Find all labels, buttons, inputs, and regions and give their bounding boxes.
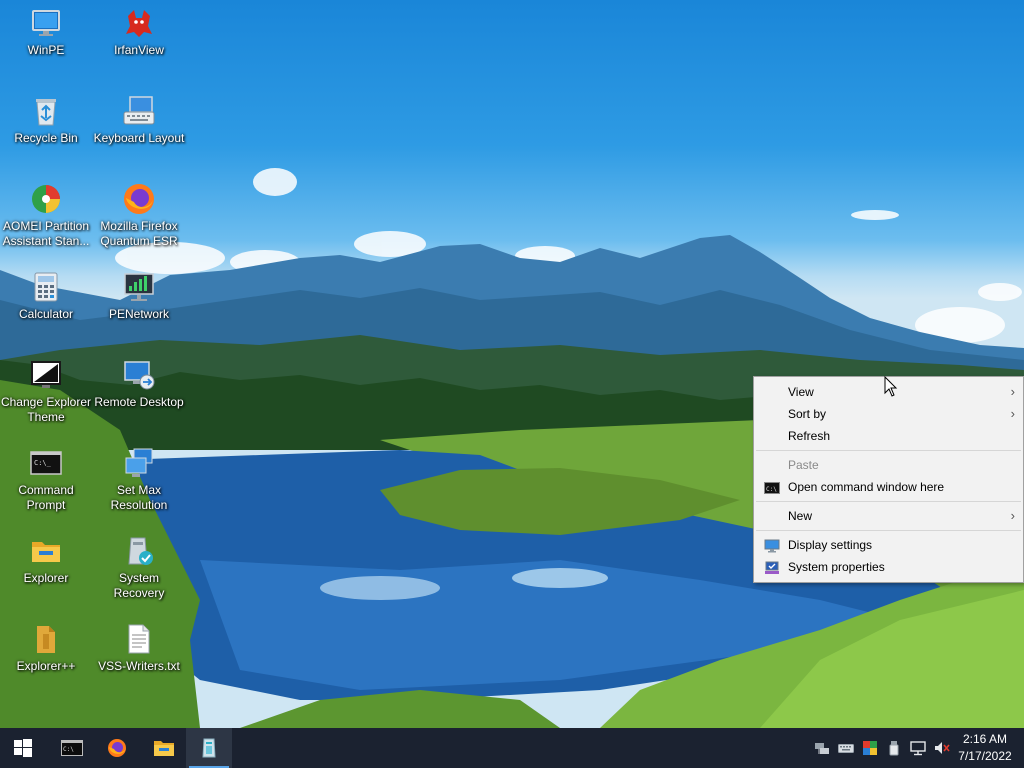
clock-time: 2:16 AM [962, 732, 1008, 746]
aomei-partition-icon [29, 182, 63, 216]
calculator-icon [29, 270, 63, 304]
system-recovery-icon [122, 534, 156, 568]
keyboard-icon [122, 94, 156, 128]
cmd-icon: C:\_ [29, 446, 63, 480]
windows-logo-icon [13, 738, 33, 758]
taskbar-cmd-button[interactable]: C:\ [48, 728, 94, 768]
svg-text:C:\: C:\ [63, 746, 74, 753]
monitor-icon [29, 6, 63, 40]
desktop-icon-label: Set Max Resolution [110, 483, 168, 512]
display-icon [764, 538, 780, 553]
desktop-icon-firefox[interactable]: Mozilla Firefox Quantum ESR [93, 182, 185, 249]
desktop-icon-label: Explorer++ [16, 659, 76, 673]
desktop-icon-system-recovery[interactable]: System Recovery [93, 534, 185, 601]
taskbar: C:\ 2:16 AM 7/17/2022 [0, 728, 1024, 768]
menu-item-label: Open command window here [788, 480, 945, 494]
firefox-icon [122, 182, 156, 216]
desktop-icon-set-max-resolution[interactable]: Set Max Resolution [93, 446, 185, 513]
menu-item-paste[interactable]: Paste [754, 454, 1023, 476]
taskbar-clock[interactable]: 2:16 AM 7/17/2022 [956, 731, 1014, 765]
svg-text:C:\_: C:\_ [34, 459, 52, 467]
irfanview-cat-icon [122, 6, 156, 40]
menu-item-sort-by[interactable]: Sort by › [754, 403, 1023, 425]
desktop-icon-explorer[interactable]: Explorer [0, 534, 92, 586]
menu-item-label: View [788, 385, 814, 399]
keyboard-icon[interactable] [838, 740, 854, 756]
usb-drive-icon[interactable] [886, 740, 902, 756]
desktop-icon-label: Change Explorer Theme [0, 395, 92, 424]
desktop-icon-label: Keyboard Layout [93, 131, 185, 145]
desktop-icon-label: Recycle Bin [14, 131, 78, 145]
resolution-icon [122, 446, 156, 480]
taskbar-explorer-button[interactable] [140, 728, 186, 768]
chevron-right-icon: › [1010, 384, 1015, 399]
menu-item-display-settings[interactable]: Display settings [754, 534, 1023, 556]
menu-separator [756, 501, 1021, 502]
desktop-icon-keyboard-layout[interactable]: Keyboard Layout [93, 94, 185, 146]
network-monitor-icon [122, 270, 156, 304]
desktop-icon-label: System Recovery [113, 571, 165, 600]
desktop-icon-penetwork[interactable]: PENetwork [93, 270, 185, 322]
network-icon[interactable] [910, 740, 926, 756]
desktop-icon-irfanview[interactable]: IrfanView [93, 6, 185, 58]
explorerplusplus-icon [29, 622, 63, 656]
desktop-icon-recycle-bin[interactable]: Recycle Bin [0, 94, 92, 146]
desktop-icon-remote-desktop[interactable]: Remote Desktop [93, 358, 185, 410]
desktop-icon-label: VSS-Writers.txt [98, 659, 180, 673]
desktop-icon-label: Mozilla Firefox Quantum ESR [100, 219, 178, 248]
menu-item-refresh[interactable]: Refresh [754, 425, 1023, 447]
menu-item-label: Sort by [788, 407, 827, 421]
menu-separator [756, 530, 1021, 531]
folder-icon [153, 738, 174, 758]
menu-item-open-command-window[interactable]: C:\ Open command window here [754, 476, 1023, 498]
recycle-bin-icon [29, 94, 63, 128]
desktop-icon-vss-writers[interactable]: VSS-Writers.txt [93, 622, 185, 674]
chevron-right-icon: › [1010, 508, 1015, 523]
folder-icon [29, 534, 63, 568]
theme-icon [29, 358, 63, 392]
color-icon[interactable] [862, 740, 878, 756]
menu-item-system-properties[interactable]: System properties [754, 556, 1023, 578]
chevron-right-icon: › [1010, 406, 1015, 421]
svg-text:C:\: C:\ [766, 486, 777, 493]
menu-separator [756, 450, 1021, 451]
desktop-icon-explorerplusplus[interactable]: Explorer++ [0, 622, 92, 674]
menu-item-new[interactable]: New › [754, 505, 1023, 527]
desktop-icon-label: Explorer [23, 571, 69, 585]
desktop-icon-change-explorer-theme[interactable]: Change Explorer Theme [0, 358, 92, 425]
firefox-icon [107, 738, 127, 758]
menu-item-label: Paste [788, 458, 819, 472]
desktop-icon-calculator[interactable]: Calculator [0, 270, 92, 322]
menu-item-label: New [788, 509, 813, 523]
remote-desktop-icon [122, 358, 156, 392]
text-file-icon [122, 622, 156, 656]
menu-item-label: Display settings [788, 538, 873, 552]
taskbar-system-recovery-button[interactable] [186, 728, 232, 768]
mouse-cursor-icon [884, 375, 898, 401]
cmd-icon: C:\ [764, 480, 780, 494]
desktop-icon-aomei[interactable]: AOMEI Partition Assistant Stan... [0, 182, 92, 249]
system-properties-icon [764, 560, 780, 574]
desktop-icon-label: IrfanView [114, 43, 164, 57]
desktop-icon-label: Calculator [18, 307, 74, 321]
taskbar-firefox-button[interactable] [94, 728, 140, 768]
desktop-icon-label: Command Prompt [18, 483, 74, 512]
desktop-icon-label: AOMEI Partition Assistant Stan... [2, 219, 90, 248]
desktop-icon-label: PENetwork [108, 307, 170, 321]
desktop-icon-winpe[interactable]: WinPE [0, 6, 92, 58]
menu-item-label: System properties [788, 560, 885, 574]
start-button[interactable] [0, 728, 46, 768]
desktop-icon-command-prompt[interactable]: C:\_ Command Prompt [0, 446, 92, 513]
clock-date: 7/17/2022 [958, 749, 1012, 763]
menu-item-label: Refresh [788, 429, 831, 443]
system-recovery-icon [199, 738, 219, 758]
desktop-icon-label: WinPE [27, 43, 65, 57]
desktop-icon-label: Remote Desktop [94, 395, 184, 409]
desktop-context-menu: View › Sort by › Refresh Paste C:\ Open … [753, 376, 1024, 583]
volume-muted-icon[interactable] [934, 740, 950, 756]
network-adapter-icon[interactable] [814, 740, 830, 756]
cmd-icon: C:\ [61, 738, 83, 758]
